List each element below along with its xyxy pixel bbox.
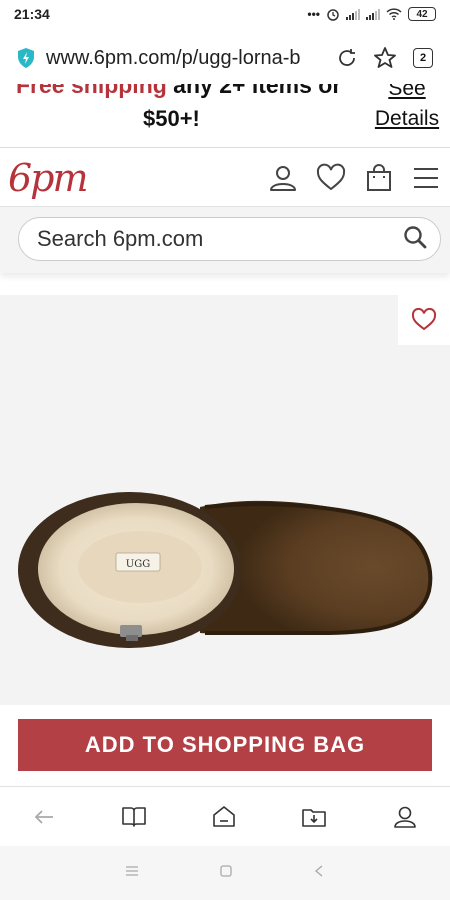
search-icon[interactable] xyxy=(402,224,428,255)
browser-url-bar[interactable]: www.6pm.com/p/ugg-lorna-b 2 xyxy=(0,32,450,84)
header-icons xyxy=(268,163,440,193)
see-details-link[interactable]: See Details xyxy=(372,84,442,134)
system-back-icon[interactable] xyxy=(313,864,325,883)
alarm-icon xyxy=(327,9,339,21)
shopping-bag-icon[interactable] xyxy=(364,163,394,193)
tab-count: 2 xyxy=(413,48,433,68)
downloads-folder-icon[interactable] xyxy=(301,805,327,829)
status-time: 21:34 xyxy=(14,6,50,22)
wifi-icon xyxy=(386,8,402,20)
secure-shield-icon xyxy=(18,48,34,68)
signal-icon xyxy=(346,8,360,20)
reload-icon[interactable] xyxy=(334,45,360,71)
signal-icon-2 xyxy=(366,8,380,20)
product-image-area[interactable]: UGG xyxy=(0,295,450,705)
recent-apps-icon[interactable] xyxy=(125,864,139,882)
home-square-icon[interactable] xyxy=(219,864,233,883)
browser-bottom-bar xyxy=(0,786,450,846)
battery-icon: 42 xyxy=(408,7,436,21)
home-icon[interactable] xyxy=(211,804,237,830)
product-boot-image: UGG xyxy=(18,492,433,648)
menu-hamburger-icon[interactable] xyxy=(412,165,440,191)
promo-line2: $50+! xyxy=(143,106,200,131)
favorites-heart-icon[interactable] xyxy=(316,163,346,193)
promo-line1: Free shipping any 2+ items or xyxy=(16,84,341,99)
profile-icon[interactable] xyxy=(392,804,418,830)
status-bar: 21:34 ••• 42 xyxy=(0,0,450,28)
more-dots-icon: ••• xyxy=(307,7,320,21)
url-text[interactable]: www.6pm.com/p/ugg-lorna-b xyxy=(46,47,322,70)
status-icons: ••• 42 xyxy=(307,7,436,21)
search-box xyxy=(18,217,441,261)
promo-line1-rest: any 2+ items or xyxy=(166,84,342,98)
book-icon[interactable] xyxy=(121,805,147,829)
add-to-bag-button[interactable]: ADD TO SHOPPING BAG xyxy=(18,719,432,771)
bookmark-star-icon[interactable] xyxy=(372,45,398,71)
site-logo[interactable]: 6pm xyxy=(8,156,89,200)
site-header: 6pm xyxy=(0,149,450,207)
back-arrow-icon[interactable] xyxy=(32,805,56,829)
cta-section: ADD TO SHOPPING BAG xyxy=(0,705,450,785)
heart-outline-icon xyxy=(411,308,437,331)
add-to-favorites-button[interactable] xyxy=(398,295,450,345)
search-input[interactable] xyxy=(37,226,402,252)
promo-banner: Free shipping any 2+ items or $50+! See … xyxy=(0,84,450,148)
tabs-button[interactable]: 2 xyxy=(410,45,436,71)
ugg-label-text: UGG xyxy=(126,559,150,570)
account-icon[interactable] xyxy=(268,163,298,193)
promo-free-shipping: Free shipping xyxy=(16,84,167,98)
system-navigation-bar xyxy=(0,846,450,900)
search-section xyxy=(0,207,450,273)
